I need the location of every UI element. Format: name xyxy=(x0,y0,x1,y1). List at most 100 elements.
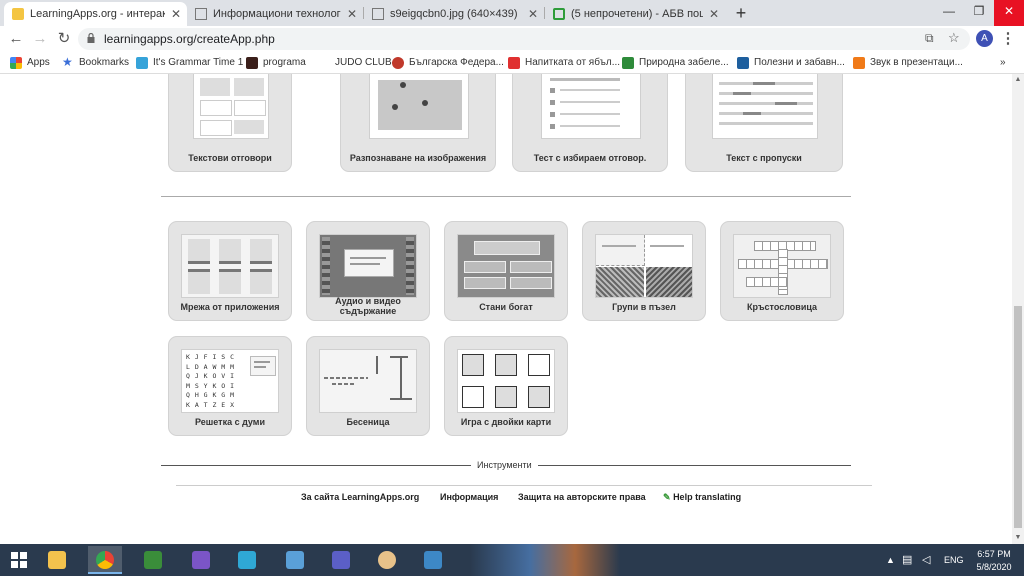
bookmark-apps[interactable]: Apps xyxy=(10,52,50,73)
tab-learningapps[interactable]: LearningApps.org - интерактивн ✕ xyxy=(4,2,187,26)
clock-date[interactable]: 5/8/2020 xyxy=(972,562,1016,572)
card-thumbnail xyxy=(712,74,818,139)
card-thumbnail xyxy=(733,234,831,298)
apps-grid-icon xyxy=(10,57,22,69)
bookmark-label: Напитката от ябъл... xyxy=(525,57,621,68)
scroll-up-arrow-icon[interactable]: ▲ xyxy=(1012,74,1024,86)
avatar[interactable]: A xyxy=(976,30,993,47)
tab-title: LearningApps.org - интерактивн xyxy=(30,8,165,20)
clock-time[interactable]: 6:57 PM xyxy=(972,549,1016,559)
page-icon xyxy=(12,8,24,20)
taskbar-app-5[interactable] xyxy=(230,546,264,574)
cube-icon xyxy=(286,551,304,569)
tab-title: s9eigqcbn0.jpg (640×439) xyxy=(390,8,518,20)
taskbar-paint[interactable] xyxy=(370,546,404,574)
windows-taskbar: ▲ ▤ ◁ ENG xyxy=(0,544,1024,576)
app-card-pairing-game[interactable]: Игра с двойки карти xyxy=(444,336,568,436)
card-label: Разпознаване на изображения xyxy=(349,153,487,163)
app-card-multiple-choice[interactable]: Тест с избираем отговор. xyxy=(512,74,668,172)
chrome-icon xyxy=(96,551,114,569)
app-card-fill-blanks[interactable]: Текст с пропуски xyxy=(685,74,843,172)
new-tab-button[interactable]: + xyxy=(731,3,751,23)
visual-studio-icon xyxy=(192,551,210,569)
card-thumbnail: K J F I S C L D A W M M Q J K O V I M S … xyxy=(181,349,279,413)
page-content: Текстови отговори Разпознаване на изобра… xyxy=(0,74,1012,544)
address-bar[interactable]: learningapps.org/createApp.php ⧉ ☆ xyxy=(78,28,970,50)
card-label: Текст с пропуски xyxy=(726,153,802,163)
app-card-image-recognition[interactable]: Разпознаване на изображения xyxy=(340,74,496,172)
app-card-group-puzzle[interactable]: Групи в пъзел xyxy=(582,221,706,321)
volume-icon[interactable]: ◁ xyxy=(922,553,930,566)
bookmark-programa[interactable]: programa xyxy=(246,52,306,73)
app-card-millionaire[interactable]: Стани богат xyxy=(444,221,568,321)
menu-icon[interactable]: ⋮ xyxy=(998,29,1018,49)
footer-link-info[interactable]: Информация xyxy=(440,492,498,502)
bookmark-apple-drink[interactable]: Напитката от ябъл... xyxy=(508,52,620,73)
close-window-button[interactable]: ✕ xyxy=(994,0,1024,26)
footer-link-help-translating[interactable]: ✎ Help translating xyxy=(663,492,741,503)
star-icon[interactable]: ☆ xyxy=(948,30,960,46)
bookmark-nature[interactable]: Природна забеле... xyxy=(622,52,729,73)
start-button[interactable] xyxy=(2,546,36,574)
taskbar-visual-studio[interactable] xyxy=(184,546,218,574)
minimize-button[interactable]: — xyxy=(934,0,964,26)
vertical-scrollbar[interactable]: ▲ ▼ xyxy=(1012,74,1024,544)
tab-abv-mail[interactable]: (5 непрочетени) - АБВ поща ✕ xyxy=(545,2,725,26)
taskbar-chrome[interactable] xyxy=(88,546,122,574)
tray-chevron-icon[interactable]: ▲ xyxy=(886,555,895,565)
taskbar-file-explorer[interactable] xyxy=(40,546,74,574)
bookmark-federation[interactable]: Българска Федера... xyxy=(392,52,504,73)
bookmark-label: Природна забеле... xyxy=(639,57,729,68)
site-icon xyxy=(246,57,258,69)
taskbar-photos[interactable] xyxy=(416,546,450,574)
bookmark-label: Bookmarks xyxy=(79,57,130,68)
scroll-down-arrow-icon[interactable]: ▼ xyxy=(1012,532,1024,544)
card-label: Мрежа от приложения xyxy=(180,302,280,312)
bookmark-grammar[interactable]: It's Grammar Time 1 xyxy=(136,52,243,73)
close-tab-icon[interactable]: ✕ xyxy=(347,2,357,26)
page-icon xyxy=(372,8,384,20)
footer-link-copyright[interactable]: Защита на авторските права xyxy=(518,492,646,502)
tab-title: Информациони технологии 7 к xyxy=(213,8,341,20)
star-icon: ★ xyxy=(62,55,73,69)
map-pin-icon xyxy=(422,100,428,106)
app-card-crossword[interactable]: Кръстословица xyxy=(720,221,844,321)
close-tab-icon[interactable]: ✕ xyxy=(171,2,181,26)
scrollbar-thumb[interactable] xyxy=(1014,306,1022,528)
network-icon[interactable]: ▤ xyxy=(902,553,912,566)
tab-image[interactable]: s9eigqcbn0.jpg (640×439) ✕ xyxy=(364,2,544,26)
restore-button[interactable]: ❐ xyxy=(964,0,994,26)
forward-arrow-icon[interactable]: → xyxy=(30,29,50,49)
language-indicator[interactable]: ENG xyxy=(944,555,964,565)
url-text[interactable]: learningapps.org/createApp.php xyxy=(104,28,275,50)
back-arrow-icon[interactable]: ← xyxy=(6,29,26,49)
app-card-audio-video[interactable]: Аудио и видео съдържание xyxy=(306,221,430,321)
app-card-word-grid[interactable]: K J F I S C L D A W M M Q J K O V I M S … xyxy=(168,336,292,436)
app-card-app-matrix[interactable]: Мрежа от приложения xyxy=(168,221,292,321)
bookmark-bookmarks[interactable]: ★ Bookmarks xyxy=(62,52,129,73)
bookmark-label: programa xyxy=(263,57,306,68)
bookmarks-overflow[interactable]: » xyxy=(1000,52,1006,73)
translate-icon[interactable]: ⧉ xyxy=(925,31,934,46)
taskbar-calculator[interactable] xyxy=(136,546,170,574)
grid-row: K A T Z E X xyxy=(186,400,235,409)
card-thumbnail xyxy=(319,349,417,413)
palette-icon xyxy=(378,551,396,569)
tab-strip: LearningApps.org - интерактивн ✕ Информа… xyxy=(0,0,1024,26)
grid-row: M S Y K O I xyxy=(186,381,235,390)
app-card-text-answers[interactable]: Текстови отговори xyxy=(168,74,292,172)
bookmark-sound[interactable]: Звук в презентаци... xyxy=(853,52,963,73)
close-tab-icon[interactable]: ✕ xyxy=(709,2,719,26)
paper-plane-icon xyxy=(136,57,148,69)
bookmark-label: It's Grammar Time 1 xyxy=(153,57,244,68)
reload-icon[interactable]: ↻ xyxy=(54,29,74,49)
app-card-hangman[interactable]: Бесеница xyxy=(306,336,430,436)
tab-informacioni[interactable]: Информациони технологии 7 к ✕ xyxy=(187,2,363,26)
card-label: Стани богат xyxy=(479,302,533,312)
close-tab-icon[interactable]: ✕ xyxy=(528,2,538,26)
footer-link-about[interactable]: За сайта LearningApps.org xyxy=(301,492,419,502)
taskbar-teams[interactable] xyxy=(324,546,358,574)
taskbar-app-6[interactable] xyxy=(278,546,312,574)
bookmark-judo[interactable]: JUDO CLUB xyxy=(318,52,392,73)
bookmark-useful[interactable]: Полезни и забавн... xyxy=(737,52,845,73)
